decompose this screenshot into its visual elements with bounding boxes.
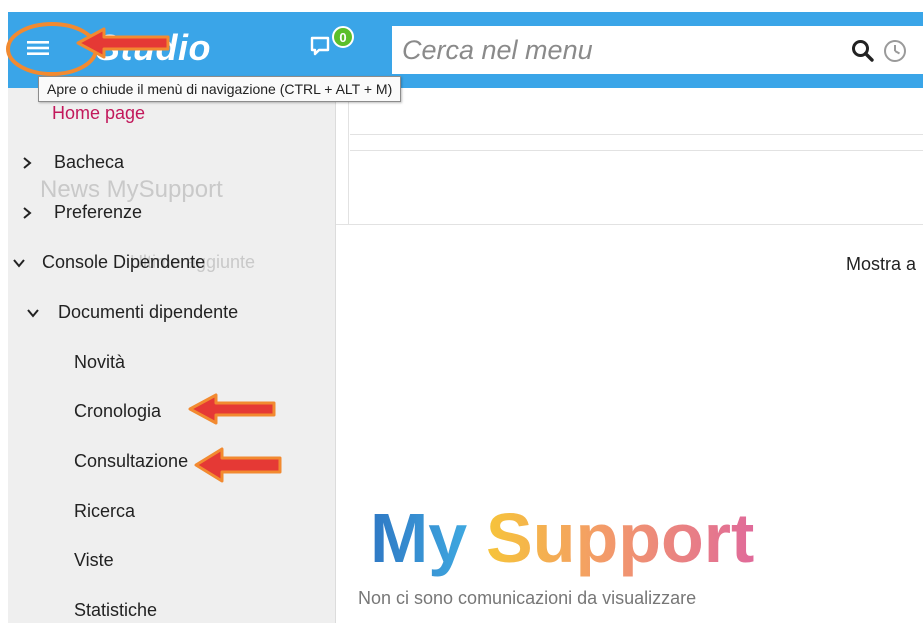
divider xyxy=(336,224,923,225)
main-content: Mostra a My Support Non ci sono comunica… xyxy=(336,88,923,623)
sidebar-item-label: Documenti dipendente xyxy=(58,302,239,322)
logo-text-my: My xyxy=(370,499,467,577)
chevron-right-icon xyxy=(23,206,32,219)
menu-toggle-button[interactable] xyxy=(22,34,54,62)
empty-state-message: Non ci sono comunicazioni da visualizzar… xyxy=(358,588,697,608)
chevron-right-icon xyxy=(23,156,32,169)
sidebar-item-label: Console Dipendente xyxy=(42,252,206,272)
brand-logo-text: Studio xyxy=(96,27,211,68)
sidebar-item-label: Preferenze xyxy=(54,202,143,222)
menu-tooltip: Apre o chiude il menù di navigazione (CT… xyxy=(38,76,402,102)
divider xyxy=(350,150,923,151)
sidebar-item-viste[interactable]: Viste xyxy=(74,550,114,571)
sidebar-item-bacheca[interactable]: Bacheca xyxy=(20,152,124,173)
logo-text-support: Support xyxy=(486,499,754,577)
search-bar xyxy=(392,26,923,74)
chevron-down-icon xyxy=(13,258,25,268)
show-all-link[interactable]: Mostra a xyxy=(846,254,916,275)
sidebar-item-label: Bacheca xyxy=(54,152,125,172)
notification-count-badge: 0 xyxy=(332,26,354,48)
sidebar-item-consultazione[interactable]: Consultazione xyxy=(74,451,188,472)
search-input[interactable] xyxy=(402,30,832,70)
sidebar-item-home[interactable]: Home page xyxy=(52,103,145,124)
menu-icon xyxy=(27,41,49,55)
sidebar-item-preferenze[interactable]: Preferenze xyxy=(20,202,142,223)
chevron-down-icon xyxy=(27,308,39,318)
divider xyxy=(350,134,923,135)
ghost-news-title: News MySupport xyxy=(40,176,223,203)
sidebar-item-cronologia[interactable]: Cronologia xyxy=(74,401,161,422)
notification-button[interactable]: 0 xyxy=(310,26,356,66)
navigation-sidebar: News MySupport Ultime aggiunte Home page… xyxy=(8,88,336,623)
mysupport-logo: My Support xyxy=(370,499,754,577)
screenshot-stage: Studio 0 News MySupport Ultime aggiunte … xyxy=(0,0,923,623)
divider xyxy=(348,88,349,224)
sidebar-item-documenti-dipendente[interactable]: Documenti dipendente xyxy=(26,302,238,323)
clock-icon[interactable] xyxy=(882,38,908,64)
search-icon[interactable] xyxy=(850,38,876,64)
sidebar-item-novita[interactable]: Novità xyxy=(74,352,125,373)
sidebar-item-statistiche[interactable]: Statistiche xyxy=(74,600,157,621)
sidebar-item-ricerca[interactable]: Ricerca xyxy=(74,501,135,522)
sidebar-item-label: Home page xyxy=(52,103,146,123)
sidebar-item-console-dipendente[interactable]: Console Dipendente xyxy=(12,252,205,273)
